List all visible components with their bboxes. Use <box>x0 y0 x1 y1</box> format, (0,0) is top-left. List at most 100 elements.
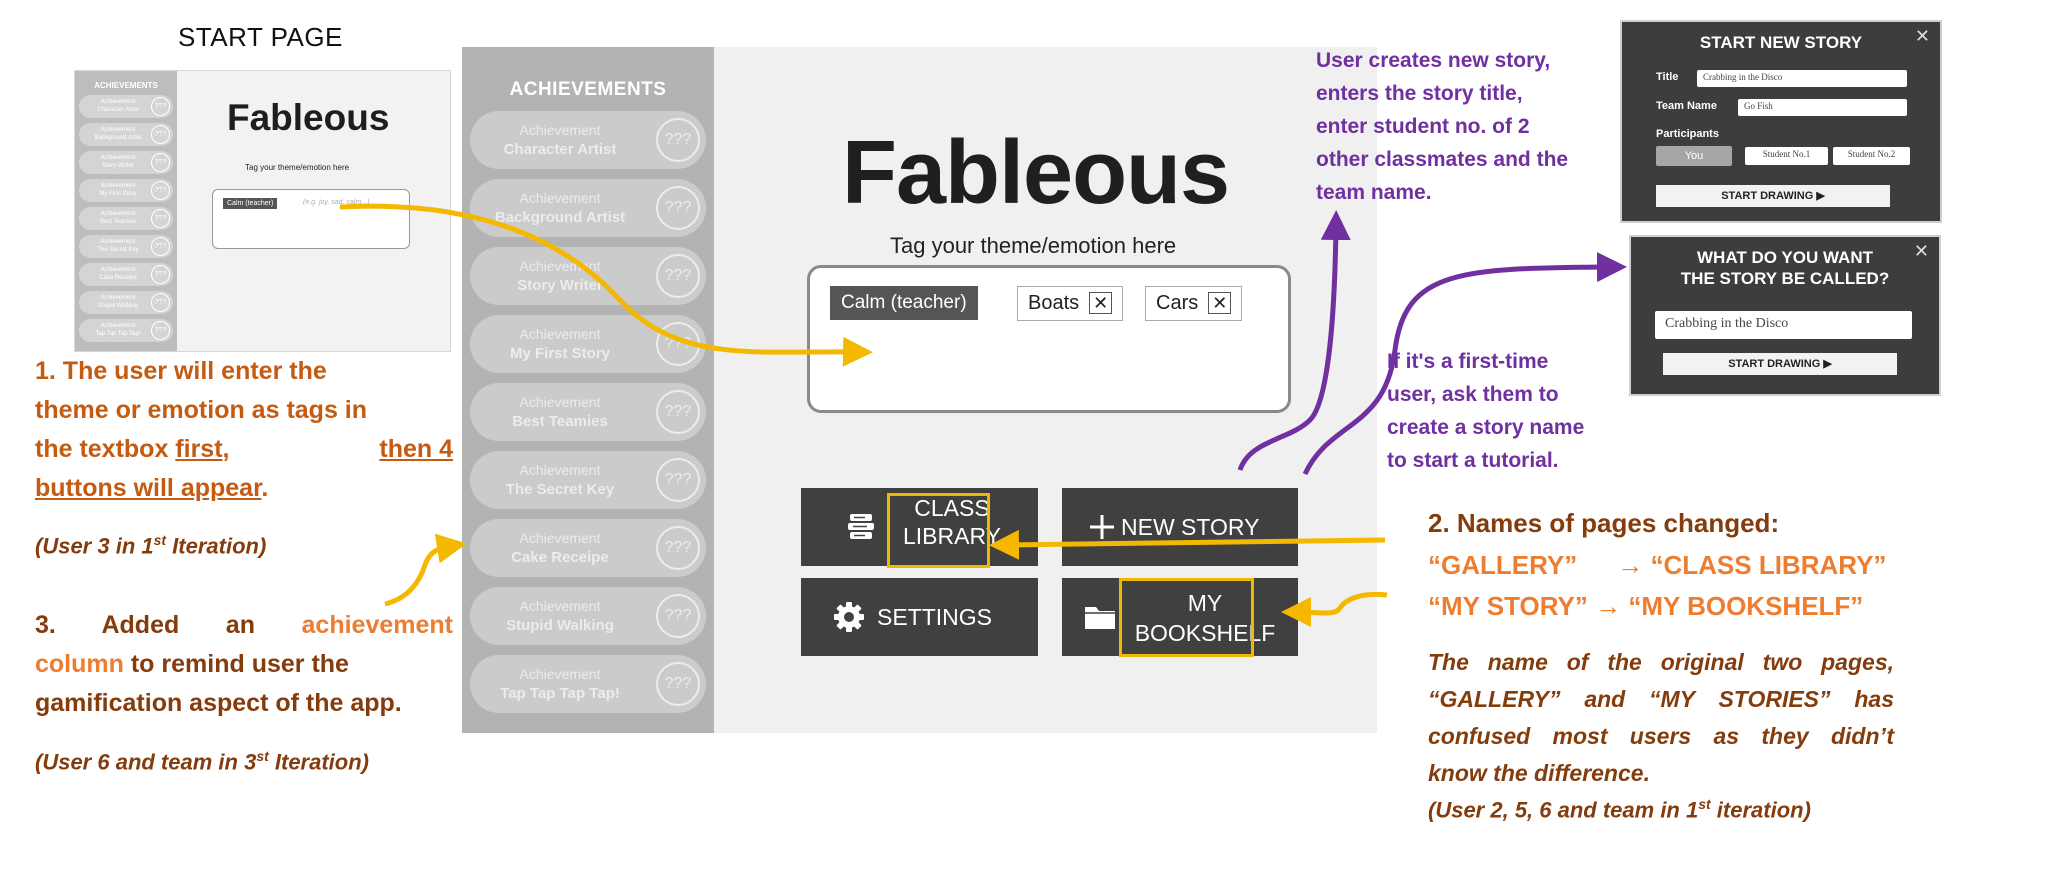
annotation-text: the textbox <box>35 435 176 463</box>
thumbnail-placeholder: (e.g. joy, sad, calm...) <box>303 199 370 206</box>
thumbnail-achievement-item: Achievement Character Artist??? <box>79 95 173 118</box>
achievement-item[interactable]: Achievement The Secret Key??? <box>470 451 706 509</box>
annotation-line: user, ask them to <box>1387 383 1559 406</box>
thumbnail-app-title: Fableous <box>227 97 390 138</box>
achievement-item[interactable]: Achievement Best Teamies??? <box>470 383 706 441</box>
team-name-label: Team Name <box>1656 100 1717 112</box>
annotation-line: enter student no. of 2 <box>1316 115 1530 138</box>
locked-badge-icon: ??? <box>151 209 170 228</box>
locked-badge-icon: ??? <box>151 125 170 144</box>
annotation-note-2-heading: 2. Names of pages changed: <box>1428 508 1780 538</box>
achievement-item[interactable]: Achievement Story Writer??? <box>470 247 706 305</box>
achievement-name: Best Teamies <box>512 413 608 430</box>
achievement-item[interactable]: Achievement My First Story??? <box>470 315 706 373</box>
annotation-note-2-line1: “GALLERY” → “CLASS LIBRARY” <box>1428 550 1886 581</box>
achievement-item[interactable]: Achievement Tap Tap Tap Tap!??? <box>470 655 706 713</box>
locked-badge-icon: ??? <box>151 97 170 116</box>
gear-icon <box>834 602 864 632</box>
annotation-text: 3. Added an <box>35 611 302 639</box>
participants-label: Participants <box>1656 128 1719 140</box>
close-icon[interactable]: ✕ <box>1914 241 1929 262</box>
annotation-line: The name of the original two pages, <box>1428 649 1894 675</box>
achievement-caption: Achievement <box>519 258 601 274</box>
participant-you: You <box>1656 146 1732 166</box>
annotation-text: column <box>35 650 124 678</box>
locked-badge-icon: ??? <box>656 322 700 366</box>
achievement-caption: Achievement <box>519 122 601 138</box>
locked-badge-icon: ??? <box>151 321 170 340</box>
tag-input[interactable]: Calm (teacher) Boats ✕ Cars ✕ <box>807 265 1291 413</box>
start-new-story-dialog: START NEW STORY ✕ Title Crabbing in the … <box>1620 20 1942 223</box>
annotation-text: (User 3 in 1 <box>35 533 154 559</box>
new-story-button[interactable]: NEW STORY <box>1062 488 1298 566</box>
annotation-note-2-line2: “MY STORY” → “MY BOOKSHELF” <box>1428 591 1864 621</box>
locked-badge-icon: ??? <box>151 293 170 312</box>
locked-badge-icon: ??? <box>656 594 700 638</box>
achievement-item[interactable]: Achievement Stupid Walking??? <box>470 587 706 645</box>
start-drawing-button[interactable]: START DRAWING ▶ <box>1656 185 1890 207</box>
story-title-input[interactable]: Crabbing in the Disco <box>1697 70 1907 87</box>
story-name-input[interactable]: Crabbing in the Disco <box>1655 311 1912 339</box>
annotation-text: st <box>153 532 167 548</box>
achievement-item[interactable]: Achievement Cake Receipe??? <box>470 519 706 577</box>
start-drawing-button[interactable]: START DRAWING ▶ <box>1663 353 1897 375</box>
thumbnail-tag-label: Tag your theme/emotion here <box>245 163 350 172</box>
student-2-input[interactable]: Student No.2 <box>1833 147 1910 165</box>
annotation-note-1: 1. The user will enter the theme or emot… <box>35 352 453 508</box>
annotation-text: → “CLASS LIBRARY” <box>1617 550 1887 580</box>
annotation-line: 1. The user will enter the <box>35 357 327 385</box>
student-1-input[interactable]: Student No.1 <box>1745 147 1828 165</box>
annotation-first-time: If it's a first-time user, ask them to c… <box>1387 345 1627 477</box>
achievement-name: Story Writer <box>517 277 603 294</box>
locked-badge-icon: ??? <box>656 254 700 298</box>
achievement-name: My First Story <box>509 345 611 362</box>
achievement-item[interactable]: Achievement Background Artist??? <box>470 179 706 237</box>
annotation-text: achievement <box>301 611 453 639</box>
annotation-line: If it's a first-time <box>1387 350 1549 373</box>
thumbnail-achievement-item: Achievement Stupid Walking??? <box>79 291 173 314</box>
locked-badge-icon: ??? <box>656 390 700 434</box>
thumbnail-sidebar: ACHIEVEMENTS Achievement Character Artist… <box>75 71 177 351</box>
tag-chip-boats: Boats ✕ <box>1017 286 1124 321</box>
locked-badge-icon: ??? <box>151 181 170 200</box>
thumbnail-chip: Calm (teacher) <box>223 198 278 209</box>
plus-icon <box>1090 515 1114 539</box>
folder-icon <box>1085 607 1115 629</box>
annotation-text: “GALLERY” <box>1428 550 1578 580</box>
team-name-input[interactable]: Go Fish <box>1738 99 1907 116</box>
class-library-highlight <box>887 493 990 568</box>
achievements-sidebar: ACHIEVEMENTS Achievement Character Artist… <box>462 47 714 733</box>
locked-badge-icon: ??? <box>656 526 700 570</box>
annotation-text: st <box>1698 796 1711 812</box>
thumbnail-achievement-item: Achievement Cake Receipe??? <box>79 263 173 286</box>
annotation-line: User creates new story, <box>1316 49 1551 72</box>
settings-button[interactable]: SETTINGS <box>801 578 1038 656</box>
annotation-line: “GALLERY” and “MY STORIES” has <box>1428 686 1894 712</box>
annotation-note-2-iteration: (User 2, 5, 6 and team in 1st iteration) <box>1428 796 1811 823</box>
thumbnail-achievement-item: Achievement Tap Tap Tap Tap!??? <box>79 319 173 342</box>
achievement-name: The Secret Key <box>505 481 615 498</box>
start-page-thumbnail: ACHIEVEMENTS Achievement Character Artist… <box>74 70 451 352</box>
achievement-caption: Achievement <box>519 394 601 410</box>
dialog-title: WHAT DO YOU WANT THE STORY BE CALLED? <box>1631 247 1939 289</box>
remove-tag-icon[interactable]: ✕ <box>1208 292 1232 314</box>
annotation-text: to remind user the <box>123 650 349 678</box>
annotation-line: column to remind user the <box>35 645 453 684</box>
books-icon <box>848 514 874 539</box>
thumbnail-achievement-item: Achievement My First Story??? <box>79 179 173 202</box>
close-icon[interactable]: ✕ <box>1915 26 1930 47</box>
achievement-name: Background Artist <box>494 209 626 226</box>
annotation-note-2-body: The name of the original two pages, “GAL… <box>1428 644 1894 792</box>
achievement-item[interactable]: Achievement Character Artist??? <box>470 111 706 169</box>
achievement-caption: Achievement <box>519 530 601 546</box>
annotation-text: first <box>175 435 223 463</box>
locked-badge-icon: ??? <box>151 237 170 256</box>
title-field-label: Title <box>1656 71 1679 83</box>
annotation-text: (User 6 and team in 3 <box>35 749 257 775</box>
annotation-line: enters the story title, <box>1316 82 1523 105</box>
annotation-text: Iteration) <box>268 749 369 775</box>
tag-chip-cars: Cars ✕ <box>1145 286 1243 321</box>
remove-tag-icon[interactable]: ✕ <box>1089 292 1113 314</box>
tag-chip-label: Boats <box>1028 292 1080 314</box>
achievement-name: Stupid Walking <box>506 617 614 634</box>
